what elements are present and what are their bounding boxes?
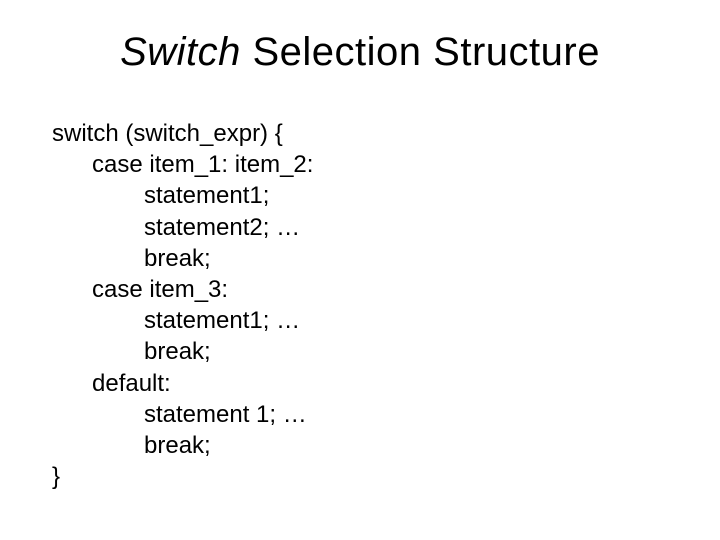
slide: Switch Selection Structure switch (switc… [0,0,720,540]
code-line: switch (switch_expr) { [52,118,313,149]
code-line: case item_3: [52,274,313,305]
code-block: switch (switch_expr) { case item_1: item… [52,118,313,492]
code-line: statement1; [52,180,313,211]
title-italic-word: Switch [120,30,241,74]
code-line: break; [52,336,313,367]
code-line: statement2; … [52,212,313,243]
code-line: break; [52,243,313,274]
code-line: default: [52,368,313,399]
code-line: break; [52,430,313,461]
code-line: } [52,461,313,492]
slide-title: Switch Selection Structure [0,30,720,75]
code-line: case item_1: item_2: [52,149,313,180]
code-line: statement1; … [52,305,313,336]
title-rest: Selection Structure [241,30,600,74]
code-line: statement 1; … [52,399,313,430]
